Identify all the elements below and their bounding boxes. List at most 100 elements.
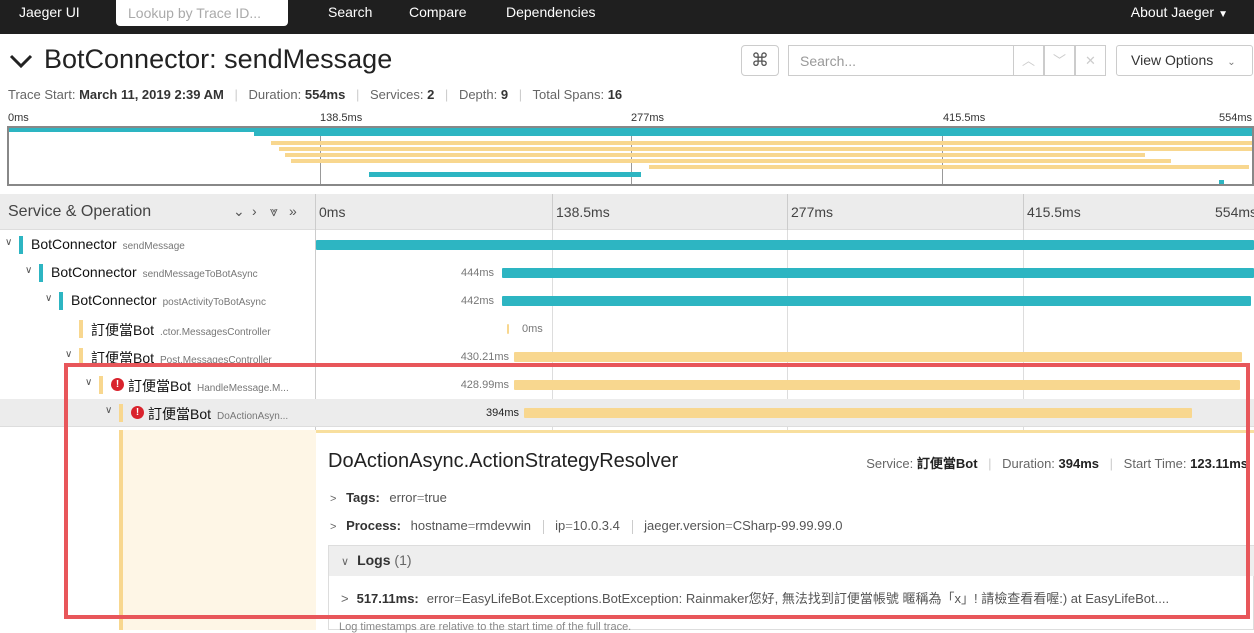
span-bar[interactable] [502, 296, 1251, 306]
minimap-tick: 0ms [8, 112, 29, 124]
minimap-span [271, 141, 1252, 145]
minimap-span [649, 165, 1249, 169]
minimap-span [369, 172, 641, 177]
header-tick: 415.5ms [1027, 204, 1081, 220]
minimap-tick: 554ms [1219, 112, 1253, 124]
trace-title: BotConnector: sendMessage [44, 44, 393, 74]
chevron-down-icon: ⌄ [1227, 57, 1236, 68]
header-gridline [552, 194, 553, 230]
trace-minimap[interactable] [7, 126, 1254, 186]
collapse-chevron-icon[interactable] [8, 48, 34, 74]
next-match-button[interactable]: ﹀ [1044, 45, 1075, 76]
span-bar[interactable] [316, 240, 1254, 250]
services-label: Services: [369, 87, 424, 102]
chevron-down-icon[interactable]: ∨ [25, 265, 32, 276]
close-icon: ✕ [1085, 53, 1096, 68]
minimap-span [254, 132, 1252, 136]
collapse-all-icon[interactable]: ⩔ [270, 203, 278, 220]
prev-match-button[interactable]: ︿ [1013, 45, 1044, 76]
span-service: BotConnector [31, 236, 117, 252]
minimap-tick: 277ms [631, 112, 665, 124]
chevron-up-icon: ︿ [1021, 53, 1035, 68]
span-duration: 430.21ms [460, 351, 509, 363]
total-spans-value: 16 [607, 87, 623, 102]
span-duration: 444ms [460, 267, 494, 279]
depth-value: 9 [500, 87, 509, 102]
span-bar[interactable] [514, 352, 1243, 362]
span-row[interactable]: 訂便當Bot .ctor.MessagesController 0ms [0, 315, 1254, 343]
chevron-down-icon[interactable]: ∨ [45, 293, 52, 304]
collapse-one-icon[interactable]: ⌄ [233, 203, 245, 220]
header-tick: 0ms [319, 204, 346, 220]
service-color-indicator [79, 320, 83, 338]
header-tick: 554ms [1215, 204, 1254, 220]
span-service-operation[interactable]: BotConnector sendMessage [31, 236, 185, 252]
services-value: 2 [427, 87, 435, 102]
service-operation-label: Service & Operation [8, 203, 152, 220]
trace-meta: Trace Start: March 11, 2019 2:39 AM | Du… [8, 87, 623, 102]
span-operation: .ctor.MessagesController [160, 327, 271, 338]
span-row[interactable]: ∨ BotConnector sendMessageToBotAsync 444m… [0, 259, 1254, 287]
minimap-span [285, 153, 1145, 157]
depth-label: Depth: [458, 87, 498, 102]
span-operation: sendMessage [122, 241, 185, 252]
service-color-indicator [39, 264, 43, 282]
minimap-gridline [320, 128, 321, 184]
about-jaeger-label: About Jaeger [1130, 4, 1215, 20]
trace-search-input[interactable] [788, 45, 1014, 76]
minimap-tick: 138.5ms [320, 112, 363, 124]
chevron-down-icon[interactable]: ∨ [5, 237, 12, 248]
span-service: BotConnector [51, 264, 137, 280]
trace-title-row: BotConnector: sendMessage ⌘ ︿ ﹀ ✕ View O… [0, 40, 1254, 84]
command-key-icon: ⌘ [751, 50, 769, 70]
span-service-operation[interactable]: BotConnector sendMessageToBotAsync [51, 264, 258, 280]
header-gridline [787, 194, 788, 230]
span-service-operation[interactable]: 訂便當Bot .ctor.MessagesController [91, 320, 271, 340]
brand-link[interactable]: Jaeger UI [19, 0, 80, 24]
nav-dependencies-link[interactable]: Dependencies [506, 0, 596, 24]
header-tick: 277ms [791, 204, 834, 220]
minimap-span [279, 147, 1252, 151]
span-service: BotConnector [71, 292, 157, 308]
header-gridline [1023, 194, 1024, 230]
chevron-down-icon: ▼ [1218, 9, 1228, 20]
expand-one-icon[interactable]: › [252, 203, 257, 219]
nav-compare-link[interactable]: Compare [409, 0, 467, 24]
minimap-tick: 415.5ms [943, 112, 986, 124]
view-options-dropdown[interactable]: View Options ⌄ [1116, 45, 1253, 76]
timeline-header: Service & Operation ⌄ › ⩔ » 0ms 138.5ms … [0, 194, 1254, 230]
duration-label: Duration: [248, 87, 302, 102]
service-color-indicator [59, 292, 63, 310]
highlight-annotation-box [64, 363, 1250, 619]
trace-id-lookup-input[interactable] [116, 0, 288, 26]
minimap-gridline [942, 128, 943, 184]
view-options-label: View Options [1131, 52, 1214, 68]
expand-all-icon[interactable]: » [289, 203, 297, 219]
clear-search-button[interactable]: ✕ [1075, 45, 1106, 76]
top-navbar: Jaeger UI Search Compare Dependencies Ab… [0, 0, 1254, 34]
duration-value: 554ms [304, 87, 346, 102]
span-operation: sendMessageToBotAsync [142, 269, 258, 280]
span-bar[interactable] [507, 324, 510, 334]
span-row[interactable]: ∨ BotConnector postActivityToBotAsync 442… [0, 287, 1254, 315]
chevron-down-icon[interactable]: ∨ [65, 349, 72, 360]
span-row[interactable]: ∨ BotConnector sendMessage [0, 231, 1254, 259]
span-duration: 0ms [522, 323, 543, 335]
keyboard-shortcuts-button[interactable]: ⌘ [741, 45, 779, 76]
minimap-span [1219, 180, 1224, 184]
minimap-span [291, 159, 1171, 163]
trace-start-label: Trace Start: [8, 87, 76, 102]
minimap-ticks: 0ms 138.5ms 277ms 415.5ms 554ms [0, 111, 1254, 125]
span-service-operation[interactable]: BotConnector postActivityToBotAsync [71, 292, 266, 308]
span-bar[interactable] [502, 268, 1254, 278]
nav-search-link[interactable]: Search [328, 0, 372, 24]
span-service: 訂便當Bot [91, 322, 155, 338]
about-jaeger-menu[interactable]: About Jaeger ▼ [1131, 0, 1228, 27]
service-color-indicator [19, 236, 23, 254]
logs-note: Log timestamps are relative to the start… [339, 621, 632, 633]
span-operation: postActivityToBotAsync [162, 297, 266, 308]
chevron-down-icon: ﹀ [1052, 53, 1066, 68]
minimap-gridline [631, 128, 632, 184]
span-duration: 442ms [460, 295, 494, 307]
total-spans-label: Total Spans: [532, 87, 605, 102]
